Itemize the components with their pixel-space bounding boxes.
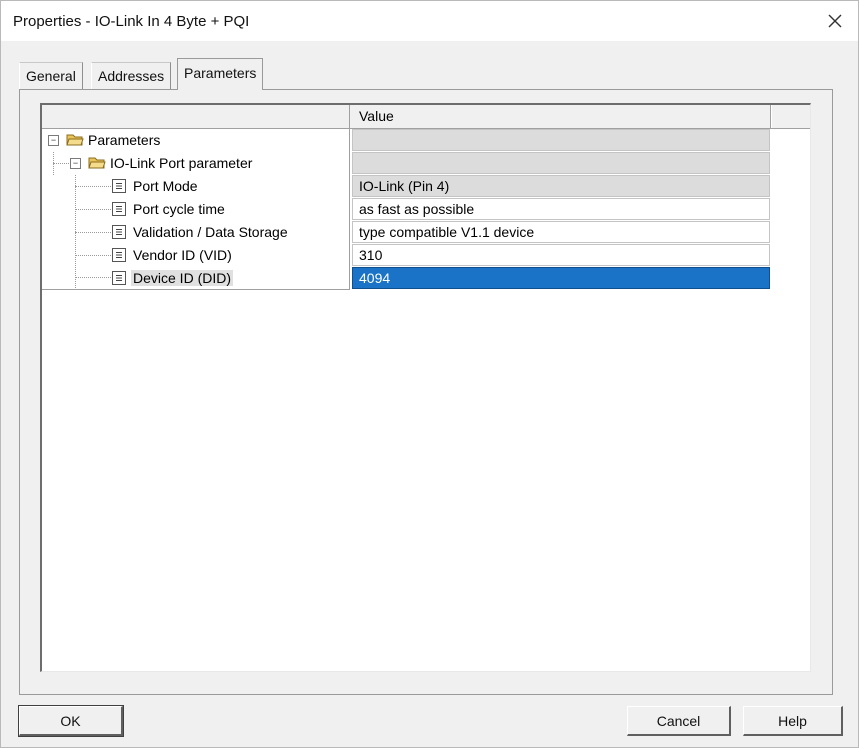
grid-header: Value (42, 105, 810, 129)
name-column-header[interactable] (42, 105, 350, 128)
tree-row-io-link-port-parameter[interactable]: − IO-Link Port parameter (42, 152, 810, 175)
window-title: Properties - IO-Link In 4 Byte + PQI (13, 13, 250, 30)
row-label: IO-Link Port parameter (110, 155, 253, 171)
value-cell-selected[interactable]: 4094 (352, 267, 770, 289)
tree-row-port-mode[interactable]: Port Mode IO-Link (Pin 4) (42, 175, 810, 198)
tree-row-parameters[interactable]: − Parameters (42, 129, 810, 152)
help-button[interactable]: Help (743, 706, 843, 736)
value-column-header[interactable]: Value (350, 105, 771, 128)
parameter-icon (112, 248, 126, 262)
close-icon (828, 14, 842, 28)
folder-open-icon (66, 134, 84, 146)
value-cell[interactable]: 310 (352, 244, 770, 266)
ok-button[interactable]: OK (18, 705, 124, 737)
value-cell[interactable]: type compatible V1.1 device (352, 221, 770, 243)
tab-general[interactable]: General (19, 62, 83, 89)
row-label: Port cycle time (133, 201, 225, 217)
value-cell[interactable] (352, 129, 770, 151)
parameter-icon (112, 202, 126, 216)
close-button[interactable] (822, 9, 848, 33)
tab-addresses[interactable]: Addresses (91, 62, 172, 89)
row-label: Device ID (DID) (131, 270, 234, 286)
header-filler (772, 105, 810, 128)
parameter-icon (112, 225, 126, 239)
properties-dialog: Properties - IO-Link In 4 Byte + PQI Gen… (0, 0, 859, 748)
row-label: Validation / Data Storage (133, 224, 288, 240)
row-label: Vendor ID (VID) (133, 247, 232, 263)
tree-row-port-cycle-time[interactable]: Port cycle time as fast as possible (42, 198, 810, 221)
tree-row-vendor-id[interactable]: Vendor ID (VID) 310 (42, 244, 810, 267)
parameter-icon (112, 179, 126, 193)
title-bar[interactable]: Properties - IO-Link In 4 Byte + PQI (1, 1, 858, 41)
cancel-button[interactable]: Cancel (627, 706, 731, 736)
folder-open-icon (88, 157, 106, 169)
parameter-icon (112, 271, 126, 285)
row-label: Parameters (88, 132, 161, 148)
collapse-toggle[interactable]: − (48, 135, 59, 146)
tree-row-device-id[interactable]: Device ID (DID) 4094 (42, 267, 810, 290)
parameters-panel: Value − Parameters − IO-Link Port parame… (19, 89, 833, 695)
value-cell[interactable] (352, 152, 770, 174)
row-label: Port Mode (133, 178, 198, 194)
value-cell[interactable]: IO-Link (Pin 4) (352, 175, 770, 197)
value-cell[interactable]: as fast as possible (352, 198, 770, 220)
tab-parameters[interactable]: Parameters (177, 58, 264, 90)
parameter-grid[interactable]: Value − Parameters − IO-Link Port parame… (40, 103, 811, 672)
tree-row-validation-data-storage[interactable]: Validation / Data Storage type compatibl… (42, 221, 810, 244)
collapse-toggle[interactable]: − (70, 158, 81, 169)
